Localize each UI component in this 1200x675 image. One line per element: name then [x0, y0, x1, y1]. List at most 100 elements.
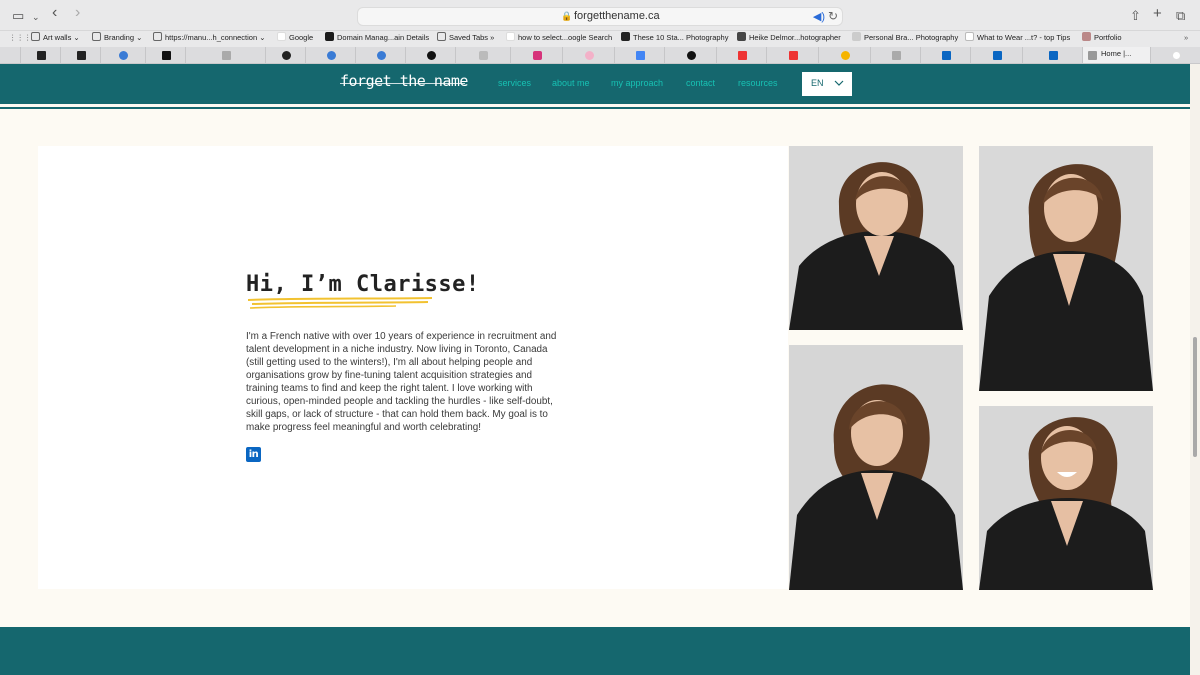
- tab-active[interactable]: Home |...: [1082, 47, 1150, 63]
- bookmark-these-10[interactable]: These 10 Sta... Photography: [621, 32, 728, 44]
- reload-icon[interactable]: ↻: [828, 9, 838, 23]
- scrollbar-thumb[interactable]: [1193, 337, 1197, 457]
- tab[interactable]: [100, 47, 145, 63]
- tab-favicon-icon: [161, 51, 171, 60]
- tab-overview-icon[interactable]: ⧉: [1176, 8, 1185, 23]
- tab[interactable]: [1022, 47, 1082, 63]
- site-icon: [852, 32, 861, 41]
- tab[interactable]: [716, 47, 766, 63]
- site-icon: [965, 32, 974, 41]
- more-bookmarks-icon[interactable]: »: [1184, 32, 1188, 44]
- forward-icon[interactable]: ›: [75, 5, 80, 21]
- tab[interactable]: [355, 47, 405, 63]
- bookmark-manu-connection[interactable]: https://manu...h_connection ⌄: [153, 32, 266, 44]
- apps-grid-icon[interactable]: ⋮⋮⋮: [9, 32, 32, 44]
- back-icon[interactable]: ‹: [52, 5, 57, 21]
- tab[interactable]: [818, 47, 870, 63]
- tab[interactable]: [405, 47, 455, 63]
- portrait-photo-pouting: [979, 146, 1153, 391]
- tab[interactable]: [766, 47, 818, 63]
- bio-line: training teams to find and keep the righ…: [246, 383, 533, 394]
- tab-favicon-icon: [635, 51, 645, 60]
- portrait-photo-thinking: [789, 345, 963, 590]
- tab-favicon-icon: [737, 51, 747, 60]
- linkedin-icon[interactable]: in: [246, 447, 261, 462]
- browser-toolbar: ▭ ⌄ ‹ › 🔒 forgetthename.ca ◀) ↻ ⇧ + ⧉: [0, 0, 1200, 31]
- tab-favicon-icon: [1171, 51, 1181, 60]
- tab-favicon-icon: [1088, 51, 1097, 60]
- tab-favicon-icon: [376, 51, 386, 60]
- domain-icon: [325, 32, 334, 41]
- address-bar[interactable]: 🔒 forgetthename.ca ◀) ↻: [357, 7, 843, 26]
- tab-favicon-icon: [992, 51, 1002, 60]
- tab[interactable]: [455, 47, 510, 63]
- tab[interactable]: [305, 47, 355, 63]
- tab-favicon-icon: [941, 51, 951, 60]
- tab[interactable]: [510, 47, 562, 63]
- audio-icon[interactable]: ◀): [813, 10, 825, 23]
- tab[interactable]: [20, 47, 60, 63]
- bookmark-how-to-select[interactable]: how to select...oogle Search: [506, 32, 612, 44]
- tab-favicon-icon: [281, 51, 291, 60]
- tab[interactable]: [60, 47, 100, 63]
- google-icon: [506, 32, 515, 41]
- about-bio: I'm a French native with over 10 years o…: [246, 330, 576, 434]
- folder-icon: [153, 32, 162, 41]
- tab[interactable]: [664, 47, 716, 63]
- bookmark-domain-manager[interactable]: Domain Manag...ain Details: [325, 32, 429, 44]
- sidebar-toggle-icon[interactable]: ▭: [12, 8, 24, 23]
- camera-icon: [621, 32, 630, 41]
- tab-favicon-icon: [788, 51, 798, 60]
- bookmark-what-to-wear[interactable]: What to Wear ...t? - top Tips: [965, 32, 1070, 44]
- lock-icon: 🔒: [561, 11, 573, 21]
- tab[interactable]: [1150, 47, 1200, 63]
- about-heading: Hi, I’m Clarisse!: [246, 272, 480, 297]
- tab[interactable]: [562, 47, 614, 63]
- tab-strip: Home |...: [0, 47, 1200, 64]
- nav-my-approach[interactable]: my approach: [611, 78, 663, 88]
- tab-favicon-icon: [479, 51, 488, 60]
- chevron-down-icon[interactable]: ⌄: [32, 10, 40, 25]
- nav-about-me[interactable]: about me: [552, 78, 590, 88]
- bio-line: (still getting used to the winters!), I'…: [246, 357, 533, 368]
- bio-line: talent development in a niche industry. …: [246, 344, 548, 355]
- bookmark-personal-brand[interactable]: Personal Bra... Photography: [852, 32, 958, 44]
- page-scrollbar[interactable]: [1190, 64, 1200, 675]
- bookmark-saved-tabs[interactable]: Saved Tabs »: [437, 32, 494, 44]
- tab-favicon-icon: [584, 51, 594, 60]
- site-logo[interactable]: forget the name: [340, 72, 468, 90]
- nav-resources[interactable]: resources: [738, 78, 778, 88]
- tab-favicon-icon: [532, 51, 542, 60]
- nav-services[interactable]: services: [498, 78, 531, 88]
- folder-icon: [92, 32, 101, 41]
- bookmark-art-walls[interactable]: Art walls ⌄: [31, 32, 80, 44]
- tab-favicon-icon: [686, 51, 696, 60]
- tab[interactable]: [185, 47, 265, 63]
- share-icon[interactable]: ⇧: [1130, 8, 1141, 23]
- bio-line: organisations grow by fine-tuning talent…: [246, 370, 532, 381]
- bookmark-branding[interactable]: Branding ⌄: [92, 32, 142, 44]
- tab[interactable]: [970, 47, 1022, 63]
- tab[interactable]: [265, 47, 305, 63]
- bookmark-heike[interactable]: Heike Delmor...hotographer: [737, 32, 841, 44]
- bookmark-portfolio[interactable]: Portfolio: [1082, 32, 1122, 44]
- google-icon: [277, 32, 286, 41]
- url-text: forgetthename.ca: [574, 10, 660, 22]
- bio-line: curious, open-minded people and tackling…: [246, 396, 553, 407]
- tab-favicon-icon: [326, 51, 336, 60]
- nav-contact[interactable]: contact: [686, 78, 715, 88]
- bio-line: make progress feel meaningful and worth …: [246, 422, 481, 433]
- chevron-down-icon: [834, 80, 844, 86]
- tab[interactable]: [145, 47, 185, 63]
- bookmark-google[interactable]: Google: [277, 32, 313, 44]
- new-tab-icon[interactable]: +: [1153, 6, 1162, 21]
- tab-title: Home |...: [1101, 49, 1132, 58]
- tab[interactable]: [870, 47, 920, 63]
- tab-favicon-icon: [76, 51, 86, 60]
- bio-line: I'm a French native with over 10 years o…: [246, 331, 557, 342]
- folder-icon: [31, 32, 40, 41]
- tab[interactable]: [920, 47, 970, 63]
- tab[interactable]: [614, 47, 664, 63]
- highlight-underline: [247, 297, 433, 309]
- language-selector[interactable]: EN: [802, 72, 852, 96]
